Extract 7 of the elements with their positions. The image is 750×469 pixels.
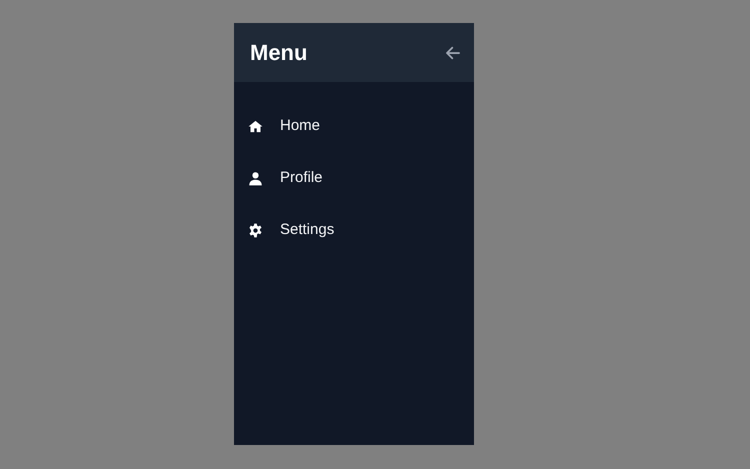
menu-item[interactable]: Settings [234,214,474,246]
menu-item[interactable]: Profile [234,162,474,194]
home-icon [248,118,263,134]
menu-item[interactable]: Home [234,110,474,142]
menu-title: Menu [250,39,308,67]
user-icon [248,170,263,186]
gear-icon [248,222,263,238]
